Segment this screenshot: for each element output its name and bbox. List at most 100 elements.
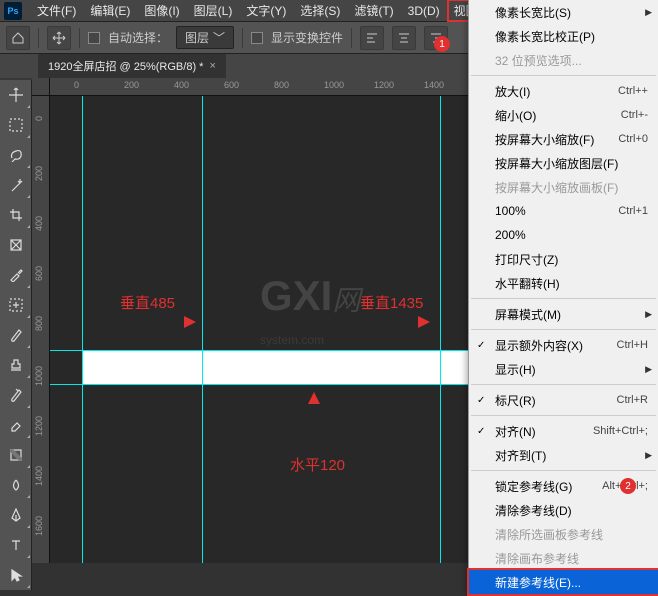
auto-select-checkbox[interactable] [88, 32, 100, 44]
menu-shortcut: Ctrl++ [618, 85, 648, 97]
menu-type[interactable]: 文字(Y) [239, 0, 293, 22]
menu-item-2: 32 位预览选项... [469, 48, 658, 72]
guide-vertical-2[interactable] [440, 96, 441, 563]
menu-layer[interactable]: 图层(L) [187, 0, 240, 22]
eyedropper-tool[interactable] [0, 260, 32, 290]
check-icon: ✓ [477, 340, 485, 351]
menu-item-1[interactable]: 像素长宽比校正(P) [469, 24, 658, 48]
toolbar [0, 80, 32, 590]
submenu-arrow-icon: ▶ [645, 364, 652, 375]
menu-item-label: 显示(H) [495, 361, 536, 378]
menu-item-label: 像素长宽比校正(P) [495, 28, 595, 45]
menu-item-label: 锁定参考线(G) [495, 478, 572, 495]
menu-item-6[interactable]: 按屏幕大小缩放(F)Ctrl+0 [469, 127, 658, 151]
menu-file[interactable]: 文件(F) [30, 0, 83, 22]
move-tool-icon[interactable] [47, 26, 71, 50]
submenu-arrow-icon: ▶ [645, 309, 652, 320]
type-tool[interactable] [0, 530, 32, 560]
auto-select-label: 自动选择： [108, 29, 168, 46]
menu-item-label: 像素长宽比(S) [495, 4, 571, 21]
document-tab[interactable]: 1920全屏店招 @ 25%(RGB/8) * × [38, 54, 226, 78]
document-title: 1920全屏店招 @ 25%(RGB/8) * [48, 58, 203, 74]
menu-item-label: 屏幕模式(M) [495, 306, 561, 323]
align-left-icon[interactable] [360, 26, 384, 50]
show-transform-label: 显示变换控件 [271, 29, 343, 46]
menu-separator [471, 384, 656, 385]
history-brush-tool[interactable] [0, 380, 32, 410]
check-icon: ✓ [477, 426, 485, 437]
close-tab-icon[interactable]: × [209, 60, 215, 72]
menu-separator [471, 470, 656, 471]
gradient-tool[interactable] [0, 440, 32, 470]
menu-item-11[interactable]: 打印尺寸(Z) [469, 247, 658, 271]
arrow-up [306, 392, 322, 455]
menu-shortcut: Ctrl+1 [618, 205, 648, 217]
menu-item-21[interactable]: ✓对齐(N)Shift+Ctrl+; [469, 419, 658, 443]
target-select[interactable]: 图层﹀ [176, 26, 234, 49]
watermark: GXI网 system.com [260, 272, 360, 352]
menu-shortcut: Ctrl+0 [618, 133, 648, 145]
guide-vertical-1[interactable] [202, 96, 203, 563]
frame-tool[interactable] [0, 230, 32, 260]
stamp-tool[interactable] [0, 350, 32, 380]
menu-item-label: 按屏幕大小缩放画板(F) [495, 179, 618, 196]
path-select-tool[interactable] [0, 560, 32, 590]
view-context-menu: 像素长宽比(S)▶像素长宽比校正(P)32 位预览选项...放大(I)Ctrl+… [468, 0, 658, 594]
menu-item-7[interactable]: 按屏幕大小缩放图层(F) [469, 151, 658, 175]
menu-item-10[interactable]: 200% [469, 223, 658, 247]
menu-item-label: 100% [495, 204, 526, 218]
menu-item-label: 水平翻转(H) [495, 275, 560, 292]
check-icon: ✓ [477, 395, 485, 406]
menu-shortcut: Ctrl+H [617, 339, 648, 351]
align-center-icon[interactable] [392, 26, 416, 50]
marquee-tool[interactable] [0, 110, 32, 140]
guide-vertical-edge[interactable] [82, 96, 83, 563]
menu-edit[interactable]: 编辑(E) [83, 0, 137, 22]
menu-item-label: 显示额外内容(X) [495, 337, 583, 354]
ps-logo: Ps [4, 2, 22, 20]
move-tool[interactable] [0, 80, 32, 110]
menu-item-16[interactable]: ✓ 显示额外内容(X) Ctrl+H [469, 333, 658, 357]
menu-item-19[interactable]: ✓标尺(R)Ctrl+R [469, 388, 658, 412]
menu-item-label: 新建参考线(E)... [495, 574, 581, 591]
menu-item-12[interactable]: 水平翻转(H) [469, 271, 658, 295]
menu-item-label: 打印尺寸(Z) [495, 251, 558, 268]
menu-item-8: 按屏幕大小缩放画板(F) [469, 175, 658, 199]
annotation-badge-2: 2 [620, 478, 636, 494]
menu-3d[interactable]: 3D(D) [401, 1, 447, 21]
menu-item-28[interactable]: 新建参考线(E)... [469, 570, 658, 594]
menu-item-label: 放大(I) [495, 83, 530, 100]
menu-item-22[interactable]: 对齐到(T)▶ [469, 443, 658, 467]
menu-separator [471, 298, 656, 299]
show-transform-checkbox[interactable] [251, 32, 263, 44]
eraser-tool[interactable] [0, 410, 32, 440]
heal-tool[interactable] [0, 290, 32, 320]
menu-item-label: 对齐到(T) [495, 447, 546, 464]
menu-item-label: 200% [495, 228, 526, 242]
arrow-right-2 [380, 314, 430, 333]
menu-shortcut: Shift+Ctrl+; [593, 425, 648, 437]
menu-item-9[interactable]: 100% Ctrl+1 [469, 199, 658, 223]
ruler-corner [32, 78, 50, 96]
menu-select[interactable]: 选择(S) [293, 0, 347, 22]
home-icon[interactable] [6, 26, 30, 50]
menu-item-5[interactable]: 缩小(O)Ctrl+- [469, 103, 658, 127]
lasso-tool[interactable] [0, 140, 32, 170]
brush-tool[interactable] [0, 320, 32, 350]
menu-separator [471, 75, 656, 76]
menu-image[interactable]: 图像(I) [137, 0, 186, 22]
menu-item-0[interactable]: 像素长宽比(S)▶ [469, 0, 658, 24]
crop-tool[interactable] [0, 200, 32, 230]
blur-tool[interactable] [0, 470, 32, 500]
menu-item-17[interactable]: 显示(H) ▶ [469, 357, 658, 381]
menu-filter[interactable]: 滤镜(T) [347, 0, 400, 22]
annotation-v1: 垂直485 [120, 292, 175, 313]
annotation-h1: 水平120 [290, 454, 345, 475]
magic-wand-tool[interactable] [0, 170, 32, 200]
menu-item-14[interactable]: 屏幕模式(M) ▶ [469, 302, 658, 326]
ruler-vertical[interactable]: 0 200 400 600 800 1000 1200 1400 1600 [32, 96, 50, 563]
menu-item-4[interactable]: 放大(I) Ctrl++ [469, 79, 658, 103]
pen-tool[interactable] [0, 500, 32, 530]
menu-item-25[interactable]: 清除参考线(D) [469, 498, 658, 522]
menu-item-label: 按屏幕大小缩放图层(F) [495, 155, 618, 172]
